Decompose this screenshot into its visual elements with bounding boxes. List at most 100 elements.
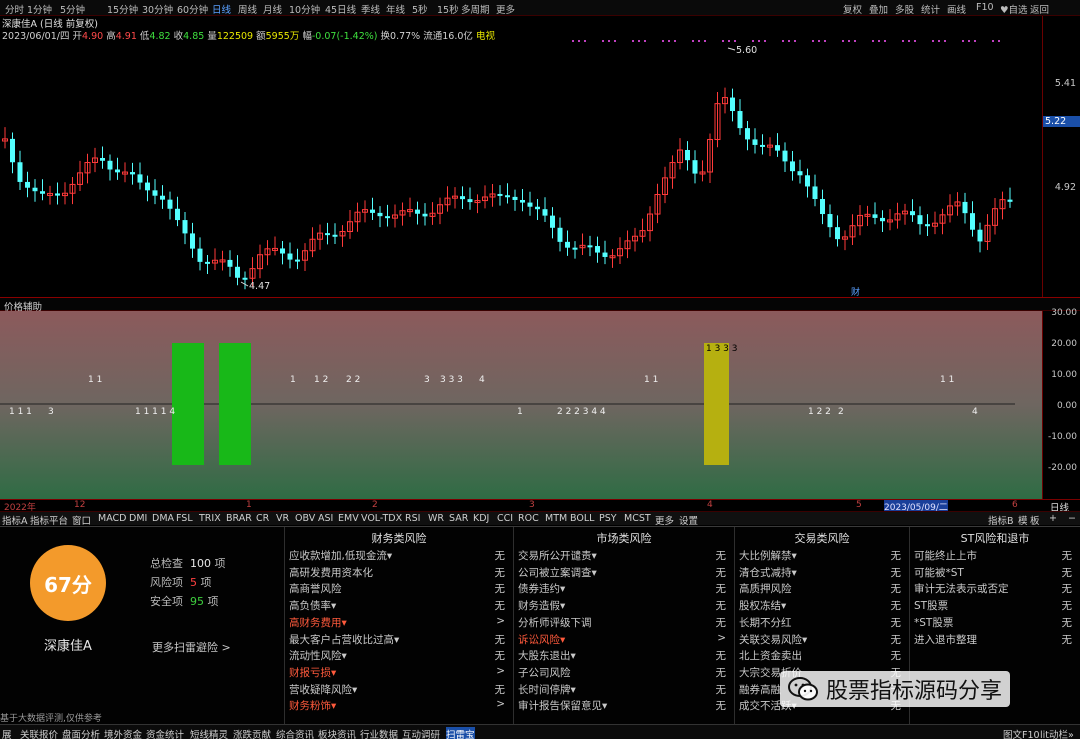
risk-item[interactable]: 大股东退出▾ 无 [518,648,730,664]
period-tab-16[interactable]: 更多 [496,2,515,16]
indicator-tab-9[interactable]: CR [256,513,269,524]
bottom-tab-4[interactable]: 资金统计 [146,727,184,739]
toolbar-right-2[interactable]: 多股 [895,2,914,16]
risk-item[interactable]: 关联交易风险▾ 无 [739,632,905,648]
period-tab-2[interactable]: 5分钟 [60,2,85,16]
period-tab-12[interactable]: 年线 [386,2,405,16]
risk-item[interactable]: *ST股票 无 [914,615,1076,631]
risk-item[interactable]: 北上资金卖出 无 [739,648,905,664]
risk-item[interactable]: 应收款增加,低现金流▾ 无 [289,548,509,564]
risk-item[interactable]: ST股票 无 [914,598,1076,614]
indicator-tab-14[interactable]: VOL-TDX [361,513,402,524]
period-tab-5[interactable]: 60分钟 [177,2,208,16]
indicator-tab-15[interactable]: RSI [405,513,420,524]
risk-item[interactable]: 大比例解禁▾ 无 [739,548,905,564]
bottom-tab-8[interactable]: 板块资讯 [318,727,356,739]
bottom-tab-1[interactable]: 关联报价 [20,727,58,739]
indicator-tab-2[interactable]: 窗口 [72,513,91,527]
risk-item[interactable]: 可能终止上市 无 [914,548,1076,564]
aux-indicator-chart[interactable]: 1 3 3 3 1 1 1 1 2 2 2 3 3 3 3 4 1 1 1 1 1 1 1 3 1 1 … [0,311,1042,499]
risk-item[interactable]: 高商誉风险 无 [289,581,509,597]
concept-tag[interactable]: 电视 [476,31,495,42]
bottom-tab-10[interactable]: 互动调研 [402,727,440,739]
risk-item[interactable]: 诉讼风险▾ > [518,632,730,648]
indicator-tab-20[interactable]: ROC [518,513,539,524]
more-scan-link[interactable]: 更多扫雷避险 > [152,639,231,655]
risk-item[interactable]: 财务造假▾ 无 [518,598,730,614]
indicator-tab-3[interactable]: MACD [98,513,126,524]
toolbar-right-0[interactable]: 复权 [843,2,862,16]
indicator-right-2[interactable]: 板 [1030,513,1040,527]
indicator-tab-22[interactable]: BOLL [570,513,594,524]
bottom-tab-9[interactable]: 行业数据 [360,727,398,739]
risk-item[interactable]: 高质押风险 无 [739,581,905,597]
indicator-tab-13[interactable]: EMV [338,513,359,524]
period-tab-1[interactable]: 1分钟 [27,2,52,16]
risk-item[interactable]: 流动性风险▾ 无 [289,648,509,664]
risk-item[interactable]: 长期不分红 无 [739,615,905,631]
risk-item[interactable]: 财务粉饰▾ > [289,698,509,714]
indicator-tab-4[interactable]: DMI [129,513,147,524]
risk-item[interactable]: 公司被立案调查▾ 无 [518,565,730,581]
bottom-tab-11[interactable]: 扫雷宝 [446,727,475,739]
bottom-right-1[interactable]: lit动栏» [1040,727,1074,739]
toolbar-right-6[interactable]: ♥自选 [1000,2,1028,16]
indicator-tab-8[interactable]: BRAR [226,513,252,524]
indicator-right-3[interactable]: + [1049,513,1057,524]
risk-item[interactable]: 可能被*ST 无 [914,565,1076,581]
indicator-tab-11[interactable]: OBV [295,513,315,524]
risk-item[interactable]: 高研发费用资本化 无 [289,565,509,581]
risk-item[interactable]: 分析师评级下调 无 [518,615,730,631]
indicator-tab-25[interactable]: 更多 [655,513,674,527]
risk-item[interactable]: 高负债率▾ 无 [289,598,509,614]
period-tab-0[interactable]: 分时 [5,2,24,16]
toolbar-right-1[interactable]: 叠加 [869,2,888,16]
risk-item[interactable]: 营收疑降风险▾ 无 [289,682,509,698]
risk-item[interactable]: 财报亏损▾ > [289,665,509,681]
indicator-tab-18[interactable]: KDJ [473,513,489,524]
bottom-tab-7[interactable]: 综合资讯 [276,727,314,739]
indicator-tab-5[interactable]: DMA [152,513,174,524]
bottom-tab-0[interactable]: 展 [2,727,12,739]
bottom-tab-5[interactable]: 短线精灵 [190,727,228,739]
bottom-tab-3[interactable]: 境外资金 [104,727,142,739]
indicator-tab-24[interactable]: MCST [624,513,651,524]
risk-item[interactable]: 高财务费用▾ > [289,615,509,631]
period-tab-10[interactable]: 45日线 [325,2,356,16]
indicator-tab-7[interactable]: TRIX [199,513,221,524]
indicator-tab-1[interactable]: 指标平台 [30,513,68,527]
risk-item[interactable]: 最大客户占营收比过高▾ 无 [289,632,509,648]
indicator-tab-23[interactable]: PSY [599,513,617,524]
toolbar-right-3[interactable]: 统计 [921,2,940,16]
period-tab-9[interactable]: 10分钟 [289,2,320,16]
period-tab-6[interactable]: 日线 [212,2,231,16]
period-tab-15[interactable]: 多周期 [461,2,490,16]
indicator-tab-21[interactable]: MTM [545,513,567,524]
indicator-tab-26[interactable]: 设置 [679,513,698,527]
toolbar-right-5[interactable]: F10 [976,2,994,13]
risk-item[interactable]: 审计报告保留意见▾ 无 [518,698,730,714]
indicator-right-0[interactable]: 指标B [988,513,1014,527]
candlestick-chart[interactable]: 5.60 4.47 财 [0,16,1042,297]
risk-item[interactable]: 清仓式减持▾ 无 [739,565,905,581]
bottom-tab-6[interactable]: 涨跌贡献 [233,727,271,739]
risk-item[interactable]: 债券违约▾ 无 [518,581,730,597]
indicator-tab-19[interactable]: CCI [497,513,513,524]
period-tab-4[interactable]: 30分钟 [142,2,173,16]
indicator-tab-16[interactable]: WR [428,513,444,524]
risk-item[interactable]: 长时间停牌▾ 无 [518,682,730,698]
period-tab-13[interactable]: 5秒 [412,2,428,16]
period-tab-3[interactable]: 15分钟 [107,2,138,16]
toolbar-right-4[interactable]: 画线 [947,2,966,16]
indicator-tab-17[interactable]: SAR [449,513,468,524]
period-tab-14[interactable]: 15秒 [437,2,459,16]
toolbar-right-7[interactable]: 返回 [1030,2,1049,16]
period-tab-7[interactable]: 周线 [238,2,257,16]
bottom-right-0[interactable]: 图文F10 [1003,727,1040,739]
bottom-tab-2[interactable]: 盘面分析 [62,727,100,739]
indicator-tab-12[interactable]: ASI [318,513,333,524]
period-tab-8[interactable]: 月线 [263,2,282,16]
indicator-right-4[interactable]: − [1068,513,1076,524]
risk-item[interactable]: 进入退市整理 无 [914,632,1076,648]
risk-item[interactable]: 股权冻结▾ 无 [739,598,905,614]
